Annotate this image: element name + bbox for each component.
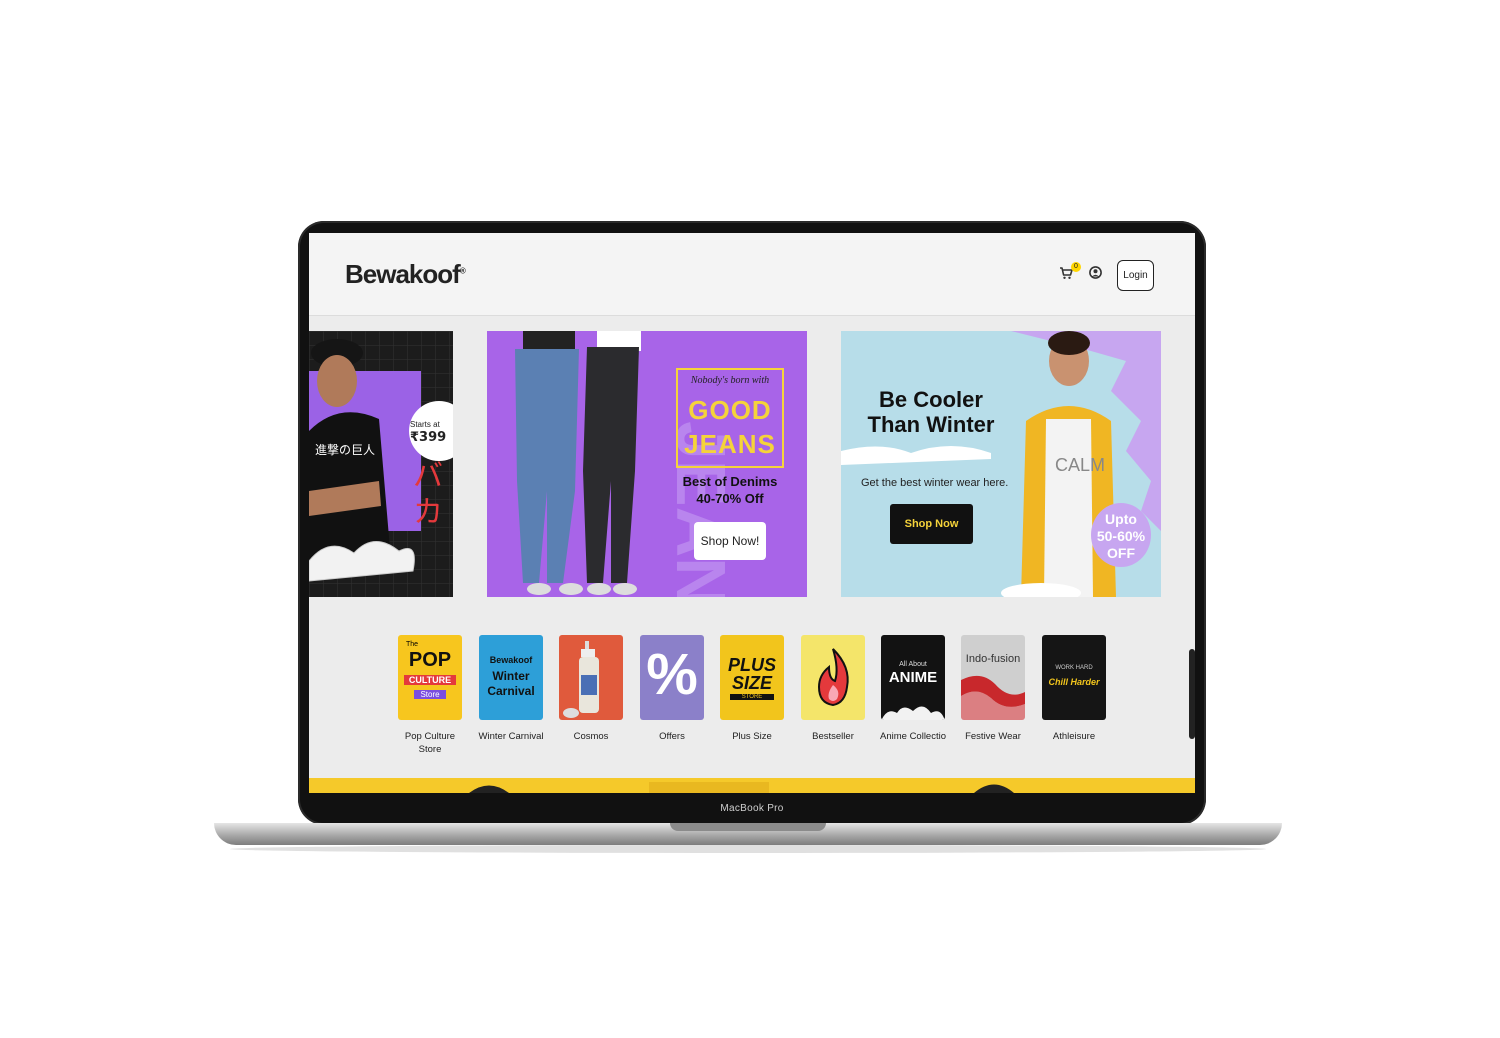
category-label: Festive Wear bbox=[965, 731, 1021, 742]
scroll-handle[interactable] bbox=[1189, 649, 1195, 739]
category-image: Indo-fusion bbox=[961, 635, 1025, 720]
tile-text: Carnival bbox=[487, 684, 535, 698]
badge-upto: Upto bbox=[1105, 511, 1137, 527]
bottle-icon bbox=[563, 641, 599, 718]
category-label: Athleisure bbox=[1052, 731, 1096, 742]
cart-count-badge: 0 bbox=[1071, 262, 1081, 272]
category-athleisure[interactable]: WORK HARD Chill Harder Athleisure bbox=[1042, 635, 1106, 743]
tile-text: The bbox=[406, 641, 419, 648]
category-label: Cosmos bbox=[573, 731, 609, 742]
user-icon[interactable] bbox=[1089, 266, 1102, 279]
category-label: Bestseller bbox=[812, 731, 854, 742]
tee-print-text: 進撃の巨人 bbox=[315, 443, 376, 457]
category-image: The POP CULTURE Store bbox=[398, 635, 462, 720]
category-offers[interactable]: % Offers bbox=[640, 635, 704, 743]
device-label: MacBook Pro bbox=[720, 803, 784, 814]
category-winter-carnival[interactable]: Bewakoof Winter Carnival Winter Carnival bbox=[479, 635, 543, 743]
jeans-sub-2: 40-70% Off bbox=[696, 491, 764, 506]
brand-logo[interactable]: Bewakoof® bbox=[345, 259, 466, 290]
tile-text: Winter bbox=[492, 669, 530, 683]
category-label: Offers bbox=[659, 731, 685, 742]
logo-text: Bewakoof bbox=[345, 259, 461, 289]
banner-good-jeans[interactable]: JEANS Nobody's born with GOOD JEANS Best… bbox=[487, 331, 807, 597]
tile-text: STORE bbox=[730, 694, 774, 700]
winter-subtitle: Get the best winter wear here. bbox=[861, 477, 1009, 489]
promo-strip-art bbox=[469, 782, 1014, 793]
winter-shop-now-button[interactable]: Shop Now bbox=[890, 504, 973, 544]
tile-text: Store bbox=[414, 690, 446, 699]
category-image: WORK HARD Chill Harder bbox=[1042, 635, 1106, 720]
tile-text: WORK HARD bbox=[1055, 665, 1093, 671]
percent-icon: % bbox=[646, 642, 698, 707]
cloud-icon bbox=[881, 706, 945, 720]
tile-text: ANIME bbox=[888, 669, 938, 686]
category-pop-culture[interactable]: The POP CULTURE Store Pop Culture Store bbox=[398, 635, 462, 756]
login-button[interactable]: Login bbox=[1117, 260, 1154, 291]
category-image: Bewakoof Winter Carnival bbox=[479, 635, 543, 720]
category-cosmos[interactable]: Cosmos bbox=[559, 635, 623, 743]
tile-text: Chill Harder bbox=[1048, 677, 1100, 687]
browser-screen: Bewakoof® 0 Login 進撃の巨人 Starts at ₹399 バ… bbox=[309, 233, 1195, 793]
laptop-shadow bbox=[230, 845, 1266, 853]
category-anime-collection[interactable]: All About ANIME Anime Collectio bbox=[880, 635, 946, 743]
katakana-text: バカ bbox=[413, 459, 443, 530]
badge-percent: 50-60% bbox=[1096, 528, 1146, 544]
category-image bbox=[559, 635, 623, 720]
banner-anime[interactable]: 進撃の巨人 Starts at ₹399 バカ bbox=[309, 331, 453, 597]
category-image: PLUS SIZE STORE bbox=[720, 635, 784, 720]
flame-icon bbox=[817, 648, 849, 707]
discount-badge: Upto 50-60% OFF bbox=[1091, 503, 1151, 567]
category-label: Anime Collectio bbox=[880, 731, 946, 742]
winter-headline-2: Than Winter bbox=[867, 412, 995, 437]
category-bestseller[interactable]: Bestseller bbox=[801, 635, 865, 743]
promo-strip[interactable] bbox=[309, 778, 1195, 793]
tile-text: Bewakoof bbox=[489, 655, 533, 665]
category-label: Pop Culture Store bbox=[404, 731, 456, 755]
tile-text: POP bbox=[408, 649, 452, 671]
jeans-headline-good: GOOD bbox=[688, 395, 772, 425]
tile-text: SIZE bbox=[731, 673, 772, 693]
fabric-art bbox=[961, 675, 1025, 720]
logo-mark: ® bbox=[459, 266, 466, 276]
tile-text: All About bbox=[899, 661, 927, 668]
laptop-notch bbox=[670, 823, 826, 831]
svg-text:CALM: CALM bbox=[1055, 455, 1105, 475]
category-plus-size[interactable]: PLUS SIZE STORE Plus Size bbox=[720, 635, 784, 743]
tile-text: CULTURE bbox=[404, 675, 456, 685]
winter-headline-1: Be Cooler bbox=[879, 387, 983, 412]
site-header: Bewakoof® 0 Login bbox=[309, 233, 1195, 316]
starts-at-label: Starts at bbox=[410, 420, 440, 429]
banner-be-cooler[interactable]: CALM Be Cooler Than Winter Get the best … bbox=[841, 331, 1161, 597]
jeans-shop-now-button[interactable]: Shop Now! bbox=[694, 522, 766, 560]
category-festive-wear[interactable]: Indo-fusion Festive Wear bbox=[961, 635, 1025, 743]
badge-off: OFF bbox=[1107, 545, 1135, 561]
category-image: All About ANIME bbox=[881, 635, 945, 720]
jeans-tagline: Nobody's born with bbox=[690, 375, 770, 386]
tile-text: Indo-fusion bbox=[965, 653, 1021, 665]
jeans-sub-1: Best of Denims bbox=[682, 474, 778, 489]
category-image: % bbox=[640, 635, 704, 720]
category-label: Plus Size bbox=[732, 731, 772, 742]
category-label: Winter Carnival bbox=[478, 731, 544, 742]
jeans-headline-jeans: JEANS bbox=[684, 429, 776, 459]
category-image bbox=[801, 635, 865, 720]
anime-price: ₹399 bbox=[410, 430, 447, 445]
